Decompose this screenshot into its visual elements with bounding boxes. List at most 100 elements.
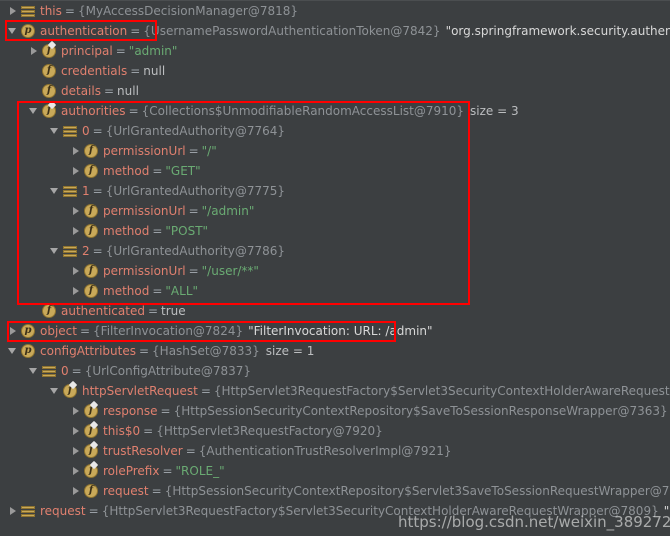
variable-type: {UsernamePasswordAuthenticationToken@784…: [143, 24, 441, 38]
equals-sign: =: [188, 144, 199, 158]
chevron-down-icon[interactable]: [28, 361, 41, 381]
tree-row[interactable]: p authentication = {UsernamePasswordAuthent…: [7, 21, 670, 41]
array-icon: [41, 363, 57, 379]
tree-row[interactable]: f authenticated = true: [28, 301, 186, 321]
field-icon: f: [83, 283, 99, 299]
field-final-icon: f: [83, 460, 99, 479]
equals-sign: =: [138, 344, 150, 358]
chevron-right-icon[interactable]: [70, 441, 83, 461]
variable-name: details: [61, 84, 101, 98]
tree-row[interactable]: 1 = {UrlGrantedAuthority@7775}: [49, 181, 285, 201]
tree-row[interactable]: f rolePrefix = "ROLE_": [70, 460, 225, 481]
variable-name: httpServletRequest: [82, 384, 198, 398]
array-icon: [62, 183, 78, 199]
chevron-right-icon[interactable]: [70, 141, 83, 161]
chevron-right-icon[interactable]: [70, 221, 83, 241]
tree-row[interactable]: f credentials = null: [28, 61, 165, 81]
tree-row[interactable]: f permissionUrl = "/user/**": [70, 261, 259, 281]
tree-row[interactable]: f this$0 = {HttpServlet3RequestFactory@7920…: [70, 420, 383, 441]
variable-name: method: [103, 164, 150, 178]
chevron-right-icon[interactable]: [70, 161, 83, 181]
equals-sign: =: [151, 484, 162, 498]
no-chevron-spacer: [28, 61, 41, 81]
variable-name: this$0: [103, 424, 141, 438]
variable-name: authenticated: [61, 304, 145, 318]
field-icon: f: [41, 63, 57, 79]
variable-type: {HttpServlet3RequestFactory@7920}: [156, 424, 383, 438]
equals-sign: =: [152, 284, 163, 298]
field-icon: f: [83, 483, 99, 499]
tree-row[interactable]: f httpServletRequest = {HttpServlet3Request…: [49, 380, 670, 401]
tree-row[interactable]: 0 = {UrlConfigAttribute@7837}: [28, 361, 251, 381]
tree-row[interactable]: 2 = {UrlGrantedAuthority@7786}: [49, 241, 285, 261]
equals-sign: =: [88, 504, 99, 518]
tree-row[interactable]: f method = "GET": [70, 161, 201, 181]
chevron-right-icon[interactable]: [7, 321, 20, 341]
chevron-right-icon[interactable]: [70, 401, 83, 421]
tree-row[interactable]: f response = {HttpSessionSecurityContextRep…: [70, 400, 668, 421]
variable-name: 0: [61, 364, 69, 378]
chevron-right-icon[interactable]: [7, 501, 20, 521]
variable-name: credentials: [61, 64, 128, 78]
tree-row[interactable]: p configAttributes = {HashSet@7833} size = 1: [7, 341, 314, 361]
collection-size-label: size = 1: [265, 344, 315, 358]
chevron-down-icon[interactable]: [49, 241, 62, 261]
tree-row[interactable]: f method = "ALL": [70, 281, 198, 301]
tree-row[interactable]: this = {MyAccessDecisionManager@7818}: [7, 1, 298, 21]
no-chevron-spacer: [28, 81, 41, 101]
tree-row[interactable]: f permissionUrl = "/": [70, 141, 217, 161]
variable-value: "ALL": [165, 284, 199, 298]
variable-name: permissionUrl: [103, 204, 186, 218]
chevron-right-icon[interactable]: [70, 421, 83, 441]
array-icon: [62, 243, 78, 259]
field-icon: f: [83, 203, 99, 219]
variable-type: {AuthenticationTrustResolverImpl@7921}: [198, 444, 452, 458]
tree-row[interactable]: 0 = {UrlGrantedAuthority@7764}: [49, 121, 285, 141]
tree-row[interactable]: f details = null: [28, 81, 139, 101]
equals-sign: =: [200, 384, 211, 398]
chevron-right-icon[interactable]: [7, 1, 20, 21]
field-final-icon: f: [83, 400, 99, 419]
variable-value: "GET": [165, 164, 201, 178]
equals-sign: =: [147, 304, 159, 318]
equals-sign: =: [128, 104, 139, 118]
chevron-right-icon[interactable]: [70, 201, 83, 221]
variable-name: configAttributes: [40, 344, 136, 358]
tree-row[interactable]: f permissionUrl = "/admin": [70, 201, 254, 221]
tree-row[interactable]: f request = {HttpSessionSecurityContextRepo…: [70, 481, 670, 501]
chevron-down-icon[interactable]: [49, 381, 62, 401]
tree-row[interactable]: p object = {FilterInvocation@7824} "FilterIn…: [7, 321, 433, 341]
chevron-right-icon[interactable]: [70, 481, 83, 501]
equals-sign: =: [162, 464, 173, 478]
property-icon: p: [20, 323, 36, 339]
chevron-right-icon[interactable]: [70, 281, 83, 301]
variable-type: {UrlGrantedAuthority@7786}: [105, 244, 285, 258]
variable-value: "ROLE_": [175, 464, 225, 478]
variable-type: {UrlGrantedAuthority@7775}: [105, 184, 285, 198]
tree-row[interactable]: f method = "POST": [70, 221, 208, 241]
chevron-right-icon[interactable]: [28, 41, 41, 61]
chevron-down-icon[interactable]: [49, 121, 62, 141]
equals-sign: =: [130, 24, 141, 38]
variable-name: object: [40, 324, 77, 338]
tree-row[interactable]: f authorities = {Collections$UnmodifiableRa…: [28, 100, 519, 121]
field-icon: f: [83, 223, 99, 239]
chevron-down-icon[interactable]: [7, 341, 20, 361]
chevron-down-icon[interactable]: [28, 101, 41, 121]
chevron-right-icon[interactable]: [70, 461, 83, 481]
tree-row[interactable]: f principal = "admin": [28, 40, 177, 61]
variable-value: "/user/**": [201, 264, 259, 278]
chevron-down-icon[interactable]: [49, 181, 62, 201]
variable-type: {FilterInvocation@7824}: [93, 324, 244, 338]
chevron-down-icon[interactable]: [7, 21, 20, 41]
variable-name: request: [103, 484, 149, 498]
array-icon: [20, 503, 36, 519]
chevron-right-icon[interactable]: [70, 261, 83, 281]
equals-sign: =: [92, 124, 103, 138]
equals-sign: =: [103, 84, 115, 98]
variable-value: "/": [201, 144, 217, 158]
tree-row[interactable]: f trustResolver = {AuthenticationTrustResol…: [70, 440, 452, 461]
equals-sign: =: [130, 64, 141, 78]
variable-value: "org.springframework.security.authentica…: [445, 24, 670, 38]
variable-name: authorities: [61, 104, 126, 118]
